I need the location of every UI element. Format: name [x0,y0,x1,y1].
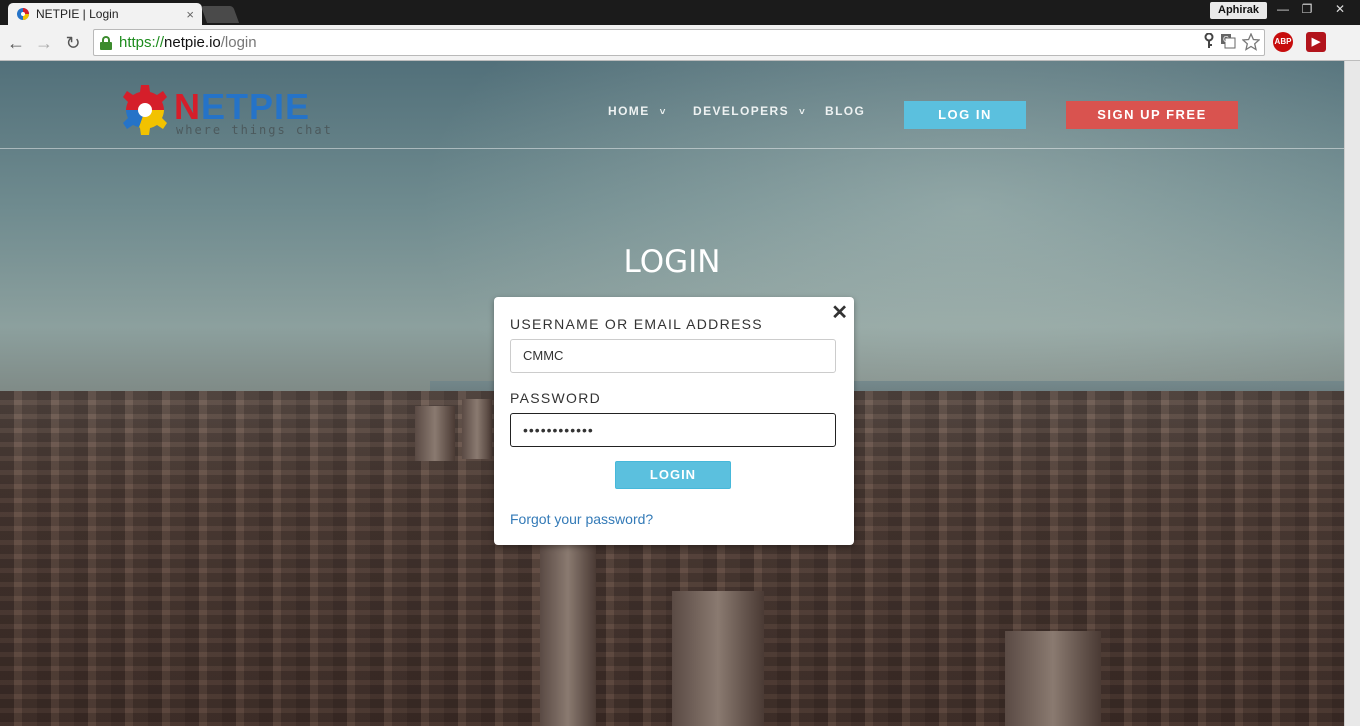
lock-icon [100,35,112,50]
background-tower [672,591,764,726]
nav-developers[interactable]: DEVELOPERS ˅ [693,104,806,118]
browser-tab[interactable]: NETPIE | Login × [8,3,202,25]
browser-toolbar: ← → ↻ https://netpie.io/login G ABP ▶ [0,25,1360,61]
password-label: PASSWORD [510,390,602,406]
tab-close-icon[interactable]: × [186,7,194,22]
signup-button[interactable]: SIGN UP FREE [1066,101,1238,129]
background-tower [415,406,455,461]
gear-logo-icon [123,85,167,135]
key-icon[interactable] [1204,32,1214,54]
login-modal: ✕ USERNAME OR EMAIL ADDRESS CMMC PASSWOR… [494,297,854,545]
translate-icon[interactable]: G [1220,33,1236,54]
window-close-icon[interactable]: ✕ [1322,0,1358,18]
username-label: USERNAME OR EMAIL ADDRESS [510,316,763,332]
chevron-down-icon: ˅ [799,107,807,118]
login-nav-button[interactable]: LOG IN [904,101,1026,129]
logo-tagline: where things chat [176,123,333,137]
password-input[interactable]: •••••••••••• [510,413,836,447]
login-submit-button[interactable]: LOGIN [615,461,731,489]
back-arrow-icon[interactable]: ← [5,32,27,54]
forward-arrow-icon[interactable]: → [33,32,55,54]
netpie-favicon-icon [16,7,30,21]
tab-title: NETPIE | Login [36,7,119,21]
forgot-password-link[interactable]: Forgot your password? [510,511,653,527]
username-input[interactable]: CMMC [510,339,836,373]
adblock-icon[interactable]: ABP [1273,32,1293,52]
chevron-down-icon: ˅ [659,107,667,118]
nav-blog[interactable]: BLOG [825,104,865,118]
netpie-logo[interactable]: NETPIE where things chat [118,83,338,139]
browser-titlebar: NETPIE | Login × Aphirak — ❐ ✕ [0,0,1360,25]
bookmark-star-icon[interactable] [1241,32,1261,54]
page-viewport: NETPIE where things chat HOME ˅ DEVELOPER… [0,61,1344,726]
new-tab-button[interactable] [200,6,240,23]
nav-home[interactable]: HOME ˅ [608,104,667,118]
extension-play-icon[interactable]: ▶ [1306,32,1326,52]
address-bar[interactable]: https://netpie.io/login G [93,29,1265,56]
background-tower [1005,631,1101,726]
logo-wordmark: NETPIE [174,86,311,127]
reload-icon[interactable]: ↻ [62,32,84,54]
address-url[interactable]: https://netpie.io/login [119,34,257,51]
svg-text:G: G [1223,35,1229,44]
page-scrollbar[interactable] [1344,61,1360,726]
site-header: NETPIE where things chat HOME ˅ DEVELOPER… [0,61,1344,149]
close-icon[interactable]: ✕ [831,300,848,325]
profile-button[interactable]: Aphirak [1210,2,1267,19]
minimize-icon[interactable]: — [1272,0,1294,18]
page-title: LOGIN [623,244,721,280]
background-tower [540,541,596,726]
background-tower [462,399,492,459]
restore-icon[interactable]: ❐ [1296,0,1318,18]
